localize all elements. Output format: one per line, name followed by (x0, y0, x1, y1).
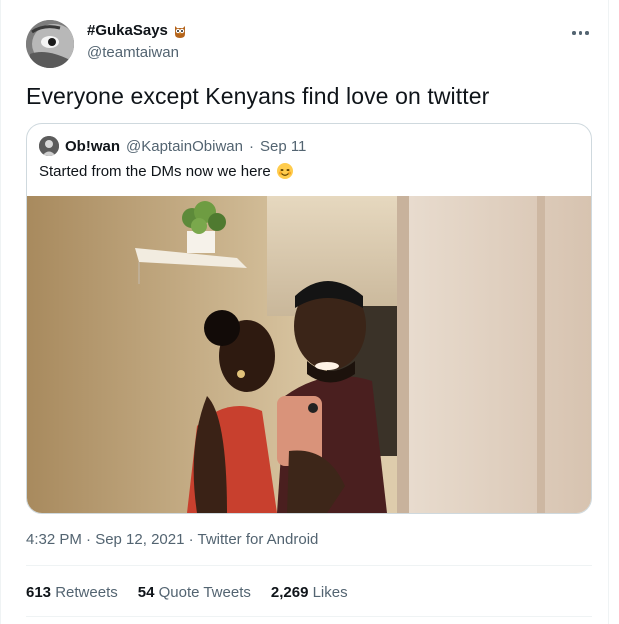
retweets-stat[interactable]: 613 Retweets (26, 584, 118, 601)
avatar-image (26, 20, 74, 68)
quoted-separator: · (248, 137, 254, 155)
quote-tweets-label: Quote Tweets (158, 584, 251, 601)
quoted-avatar (39, 136, 59, 156)
quote-tweets-count: 54 (137, 584, 155, 601)
divider (26, 616, 592, 617)
quote-tweets-stat[interactable]: 54 Quote Tweets (138, 584, 251, 601)
likes-stat[interactable]: 2,269 Likes (271, 584, 348, 601)
divider (26, 565, 592, 566)
smiling-face-icon (276, 163, 293, 179)
quoted-header: Ob!wan @KaptainObiwan · Sep 11 (39, 136, 306, 156)
tweet-text: Everyone except Kenyans find love on twi… (26, 83, 490, 109)
author-name-row[interactable]: #GukaSays (87, 22, 188, 39)
likes-count: 2,269 (270, 584, 309, 601)
quoted-tweet[interactable]: Ob!wan @KaptainObiwan · Sep 11 Started f… (26, 123, 592, 514)
engagement-stats: 613 Retweets 54 Quote Tweets 2,269 Likes (26, 584, 348, 601)
quoted-photo[interactable] (27, 196, 591, 513)
tweet-timestamp[interactable]: 4:32 PM · Sep 12, 2021 · Twitter for And… (26, 531, 318, 548)
tweet-card: #GukaSays @teamtaiwan Everyone except Ke… (0, 0, 609, 624)
more-options-icon[interactable] (572, 30, 592, 36)
user-avatar[interactable] (26, 20, 74, 68)
retweets-label: Retweets (55, 584, 118, 601)
author-display-name[interactable]: #GukaSays (87, 22, 168, 39)
quoted-text: Started from the DMs now we here (39, 162, 271, 180)
quoted-display-name: Ob!wan (65, 137, 120, 155)
retweets-count: 613 (26, 584, 52, 601)
author-handle[interactable]: @teamtaiwan (87, 44, 179, 61)
likes-label: Likes (312, 584, 348, 601)
quoted-date: Sep 11 (259, 137, 307, 155)
quoted-handle: @KaptainObiwan (126, 137, 243, 155)
quoted-text-row: Started from the DMs now we here (39, 162, 294, 180)
owl-icon (174, 25, 185, 38)
